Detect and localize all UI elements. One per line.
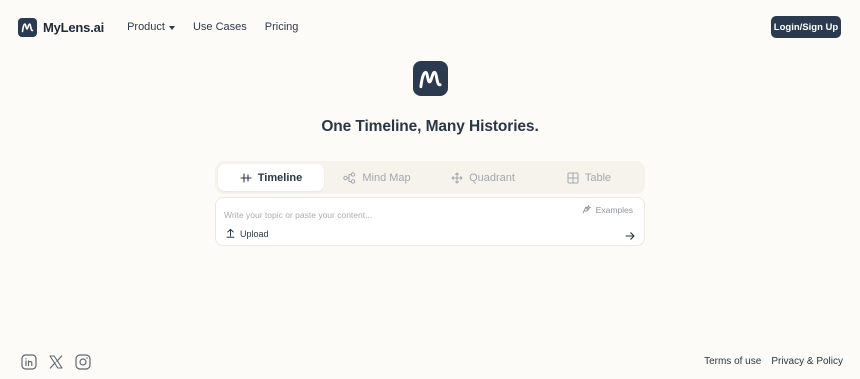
main-nav: Product Use Cases Pricing <box>127 21 298 33</box>
linkedin-icon[interactable] <box>21 354 37 370</box>
table-icon <box>567 172 579 184</box>
hero-logo-icon <box>413 61 448 96</box>
tab-table[interactable]: Table <box>536 164 642 191</box>
page-title: One Timeline, Many Histories. <box>321 118 539 135</box>
nav-item-use-cases-label: Use Cases <box>192 21 247 33</box>
brand-name: MyLens.ai <box>43 19 105 35</box>
privacy-policy-link[interactable]: Privacy & Policy <box>771 356 843 367</box>
quadrant-icon <box>451 172 463 184</box>
topic-input[interactable] <box>224 207 564 222</box>
tab-timeline-label: Timeline <box>257 171 303 184</box>
x-icon[interactable] <box>48 354 64 370</box>
social-links <box>21 354 91 370</box>
mind-map-icon <box>343 171 356 184</box>
examples-icon <box>582 204 592 216</box>
tab-mind-map-label: Mind Map <box>362 171 411 184</box>
brand-logo[interactable]: MyLens.ai <box>18 17 105 37</box>
site-header: MyLens.ai Product Use Cases Pricing Logi… <box>0 0 860 54</box>
nav-item-pricing[interactable]: Pricing <box>265 21 299 33</box>
instagram-icon[interactable] <box>75 354 91 370</box>
tab-mind-map[interactable]: Mind Map <box>324 164 430 191</box>
topic-input-card: Examples Upload <box>215 197 645 246</box>
footer-links: Terms of use Privacy & Policy <box>704 356 843 367</box>
upload-label: Upload <box>240 229 269 239</box>
examples-button[interactable]: Examples <box>582 204 633 216</box>
submit-button[interactable] <box>625 228 635 246</box>
mylens-logo-icon <box>18 17 37 37</box>
login-signup-button[interactable]: Login/Sign Up <box>771 16 841 38</box>
examples-label: Examples <box>595 205 633 215</box>
tab-quadrant-label: Quadrant <box>469 171 515 184</box>
timeline-icon <box>240 172 252 184</box>
nav-item-product[interactable]: Product <box>127 21 175 33</box>
arrow-right-icon <box>625 228 635 246</box>
nav-item-pricing-label: Pricing <box>264 21 299 33</box>
upload-icon <box>226 228 235 240</box>
upload-button[interactable]: Upload <box>226 228 269 240</box>
view-tabs: Timeline Mind Map Quadrant Table <box>215 161 645 194</box>
terms-of-use-link[interactable]: Terms of use <box>704 356 761 367</box>
tab-timeline[interactable]: Timeline <box>218 164 324 191</box>
caret-down-icon <box>168 25 175 30</box>
nav-item-use-cases[interactable]: Use Cases <box>193 21 247 33</box>
tab-table-label: Table <box>584 171 612 184</box>
nav-item-product-label: Product <box>127 21 165 33</box>
tab-quadrant[interactable]: Quadrant <box>430 164 536 191</box>
